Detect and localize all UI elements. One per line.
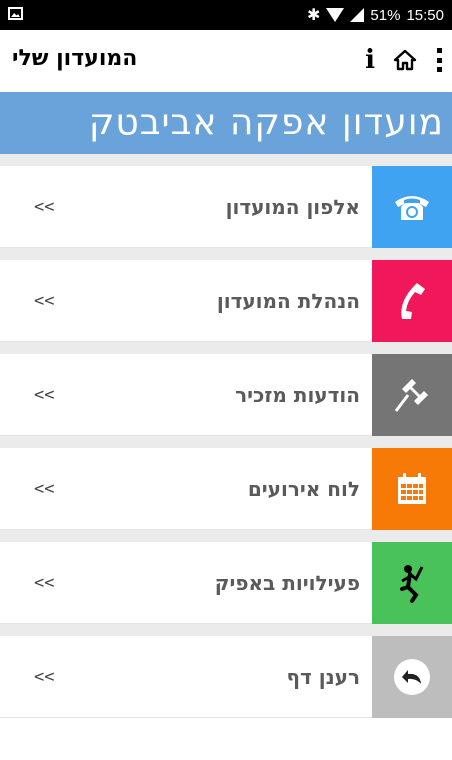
chevron-double-left-icon: << [34, 573, 55, 593]
gallery-notification-icon [8, 7, 23, 20]
menu-item-label: פעילויות באפיק [214, 571, 360, 595]
signal-icon [350, 8, 365, 22]
chevron-double-left-icon: << [34, 479, 55, 499]
menu-divider [0, 436, 452, 448]
phone-icon [395, 196, 429, 220]
app-actions: i [365, 46, 442, 74]
battery-level: 51% [370, 6, 401, 24]
chevron-double-left-icon: << [34, 385, 55, 405]
menu-divider [0, 530, 452, 542]
menu-item-label: לוח אירועים [247, 477, 360, 501]
menu-item-icon-box [372, 260, 452, 342]
menu-item-label: הנהלת המועדון [216, 289, 360, 313]
status-bar: ✱ 51% 15:50 [0, 0, 452, 30]
info-icon[interactable]: i [365, 46, 375, 74]
menu-item-icon-box [372, 542, 452, 624]
menu-item-icon-box [372, 166, 452, 248]
menu-divider [0, 342, 452, 354]
menu-item-label: רענן דף [286, 665, 360, 689]
app-bar: המועדון שלי i [0, 30, 452, 92]
pin-icon [394, 379, 428, 412]
handset-icon [401, 283, 425, 319]
menu-item-icon-box [372, 354, 452, 436]
more-options-icon[interactable] [437, 48, 442, 72]
chevron-double-left-icon: << [34, 197, 55, 217]
wifi-icon [326, 8, 345, 22]
app-title: המועדון שלי [12, 46, 138, 71]
menu-divider [0, 624, 452, 636]
main-menu: אלפון המועדון << הנהלת המועדון << הודעות… [0, 154, 452, 718]
calendar-icon [398, 473, 426, 504]
runner-icon [400, 565, 424, 603]
chevron-double-left-icon: << [34, 291, 55, 311]
menu-item-refresh[interactable]: רענן דף << [0, 636, 452, 718]
clock: 15:50 [406, 6, 444, 24]
menu-item-label: אלפון המועדון [225, 195, 360, 219]
menu-divider [0, 154, 452, 166]
menu-item-activities[interactable]: פעילויות באפיק << [0, 542, 452, 624]
club-name-banner: מועדון אפקה אביבטק [0, 92, 452, 154]
menu-item-events-calendar[interactable]: לוח אירועים << [0, 448, 452, 530]
menu-divider [0, 248, 452, 260]
menu-item-icon-box [372, 636, 452, 718]
refresh-icon [394, 659, 430, 695]
menu-item-icon-box [372, 448, 452, 530]
menu-item-directory[interactable]: אלפון המועדון << [0, 166, 452, 248]
status-indicators: ✱ 51% 15:50 [301, 5, 444, 25]
menu-item-management[interactable]: הנהלת המועדון << [0, 260, 452, 342]
menu-item-label: הודעות מזכיר [235, 383, 360, 407]
bluetooth-icon: ✱ [307, 7, 321, 24]
home-icon[interactable] [393, 48, 417, 72]
menu-item-secretary-messages[interactable]: הודעות מזכיר << [0, 354, 452, 436]
chevron-double-left-icon: << [34, 667, 55, 687]
